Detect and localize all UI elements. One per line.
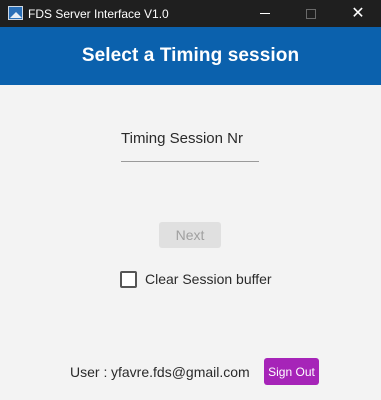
next-button[interactable]: Next [159, 222, 221, 248]
sign-out-button[interactable]: Sign Out [264, 358, 319, 385]
close-icon: ✕ [351, 4, 365, 22]
clear-session-buffer-checkbox[interactable] [120, 270, 137, 288]
session-number-input[interactable] [121, 118, 259, 158]
page-header: Select a Timing session [0, 27, 381, 85]
app-window: FDS Server Interface V1.0 ✕ Select a Tim… [0, 0, 381, 400]
maximize-button[interactable] [288, 0, 334, 27]
minimize-icon [260, 13, 270, 14]
user-label: User : [70, 364, 108, 380]
session-number-field [121, 118, 259, 162]
app-icon [8, 6, 23, 20]
window-title: FDS Server Interface V1.0 [28, 7, 169, 21]
user-email: yfavre.fds@gmail.com [111, 364, 250, 380]
clear-session-buffer-row[interactable]: Clear Session buffer [120, 270, 272, 288]
minimize-button[interactable] [242, 0, 288, 27]
page-title: Select a Timing session [81, 45, 300, 66]
maximize-icon [306, 8, 316, 19]
close-button[interactable]: ✕ [335, 0, 381, 27]
title-bar: FDS Server Interface V1.0 ✕ [0, 0, 381, 27]
clear-session-buffer-label[interactable]: Clear Session buffer [145, 271, 272, 287]
